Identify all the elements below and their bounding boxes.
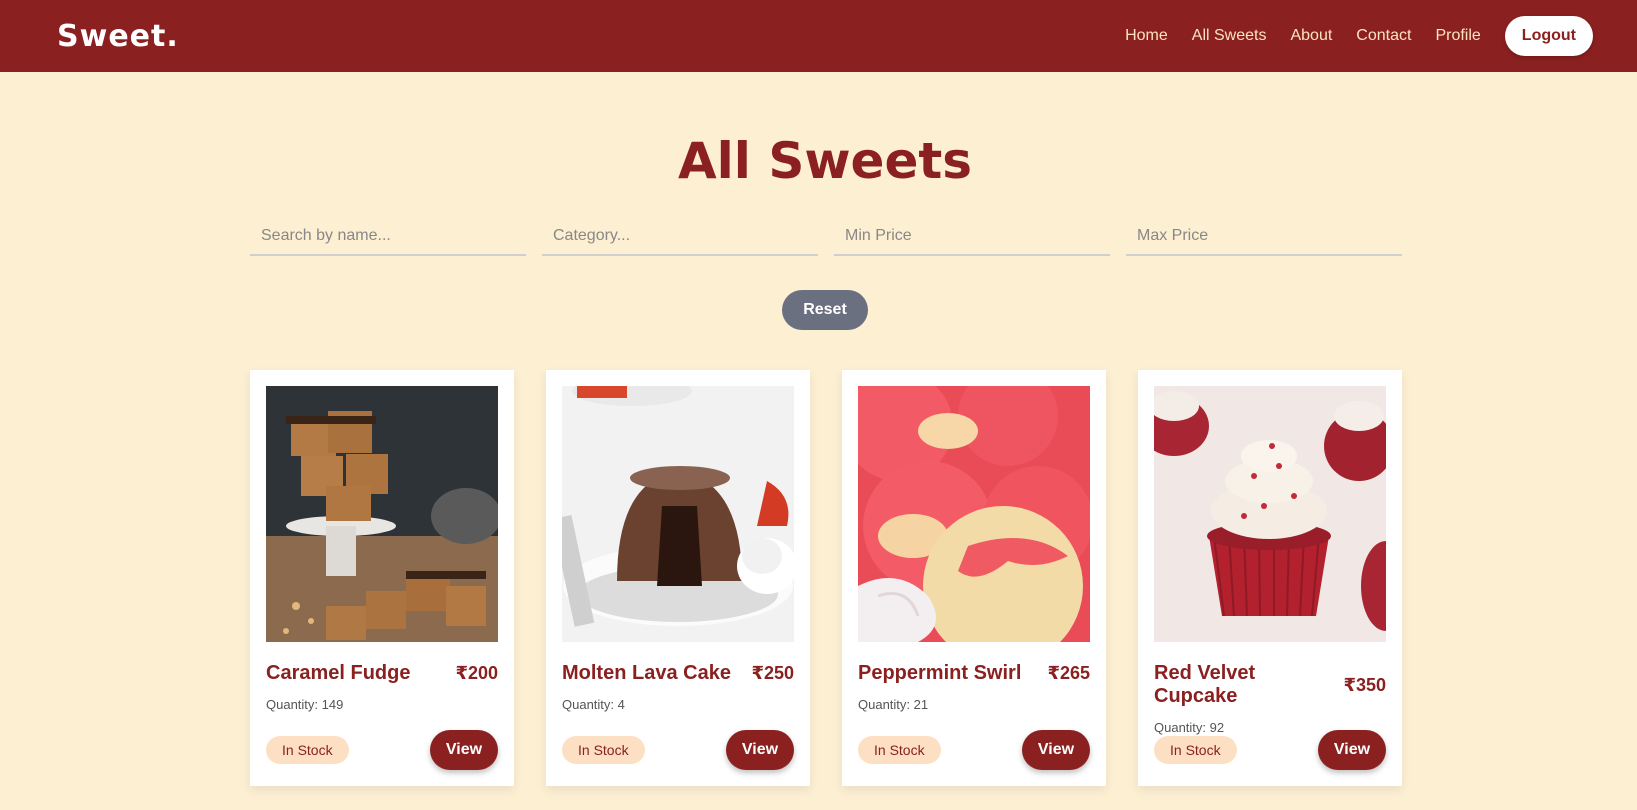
product-image	[1154, 386, 1386, 642]
product-image	[266, 386, 498, 642]
site-logo[interactable]: Sweet.	[57, 19, 179, 54]
view-button[interactable]: View	[726, 730, 794, 770]
view-button[interactable]: View	[1022, 730, 1090, 770]
view-button[interactable]: View	[430, 730, 498, 770]
stock-badge: In Stock	[858, 736, 941, 764]
product-image	[562, 386, 794, 642]
page-title: All Sweets	[677, 132, 973, 190]
category-input[interactable]	[542, 218, 818, 256]
product-quantity: Quantity: 149	[266, 697, 344, 712]
product-quantity: Quantity: 21	[858, 697, 929, 712]
product-grid: Caramel Fudge ₹200 Quantity: 149 In Stoc…	[250, 370, 1434, 786]
stock-badge: In Stock	[562, 736, 645, 764]
product-price: ₹250	[751, 663, 794, 683]
filter-bar	[250, 218, 1418, 256]
stock-badge: In Stock	[1154, 736, 1237, 764]
product-quantity: Quantity: 4	[562, 697, 625, 712]
product-card: Molten Lava Cake ₹250 Quantity: 4 In Sto…	[546, 370, 810, 786]
product-name: Peppermint Swirl	[858, 662, 1022, 684]
max-price-input[interactable]	[1126, 218, 1402, 256]
min-price-input[interactable]	[834, 218, 1110, 256]
product-card: Caramel Fudge ₹200 Quantity: 149 In Stoc…	[250, 370, 514, 786]
nav-links: Home All Sweets About Contact Profile Lo…	[1101, 16, 1593, 56]
product-price: ₹200	[455, 663, 498, 683]
nav-link-home[interactable]: Home	[1125, 27, 1168, 45]
logout-button[interactable]: Logout	[1504, 16, 1593, 56]
product-name: Molten Lava Cake	[562, 662, 731, 684]
product-name: Red Velvet Cupcake	[1154, 662, 1256, 707]
stock-badge: In Stock	[266, 736, 349, 764]
product-price: ₹265	[1047, 663, 1090, 683]
nav-link-all-sweets[interactable]: All Sweets	[1192, 27, 1267, 45]
nav-link-contact[interactable]: Contact	[1356, 27, 1411, 45]
nav-link-profile[interactable]: Profile	[1435, 27, 1480, 45]
nav-link-about[interactable]: About	[1290, 27, 1332, 45]
product-price: ₹350	[1343, 674, 1386, 695]
view-button[interactable]: View	[1318, 730, 1386, 770]
search-input[interactable]	[250, 218, 526, 256]
top-navbar: Sweet. Home All Sweets About Contact Pro…	[0, 0, 1637, 72]
product-image	[858, 386, 1090, 642]
product-name: Caramel Fudge	[266, 662, 411, 684]
reset-button[interactable]: Reset	[782, 290, 868, 330]
product-card: Peppermint Swirl ₹265 Quantity: 21 In St…	[842, 370, 1106, 786]
product-card: Red Velvet Cupcake ₹350 Quantity: 92 In …	[1138, 370, 1402, 786]
